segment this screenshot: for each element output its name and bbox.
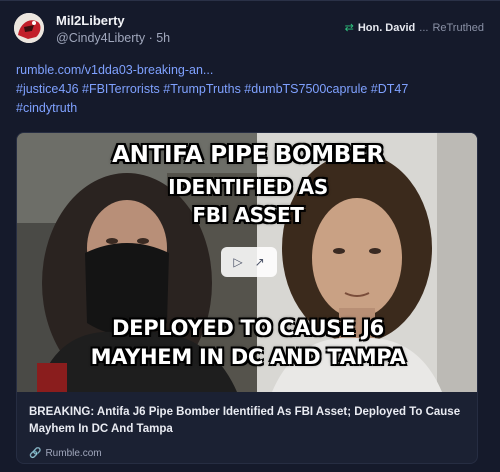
post-link[interactable]: rumble.com/v1dda03-breaking-an...: [16, 61, 486, 80]
play-icon[interactable]: ▷: [233, 255, 242, 269]
link-icon: 🔗: [29, 448, 42, 459]
retruth-by[interactable]: Hon. David: [358, 22, 415, 34]
post-body: rumble.com/v1dda03-breaking-an... #justi…: [16, 61, 486, 118]
avatar[interactable]: [14, 13, 44, 43]
retruth-ellipsis: ...: [419, 21, 429, 34]
link-preview-card[interactable]: ANTIFA PIPE BOMBER IDENTIFIED AS FBI ASS…: [16, 132, 478, 464]
post-hashtags-cont[interactable]: #cindytruth: [16, 99, 486, 118]
author-handle-line: @Cindy4Liberty · 5h: [56, 31, 170, 45]
card-info[interactable]: BREAKING: Antifa J6 Pipe Bomber Identifi…: [17, 392, 477, 463]
video-thumbnail[interactable]: ANTIFA PIPE BOMBER IDENTIFIED AS FBI ASS…: [17, 133, 477, 392]
card-title[interactable]: BREAKING: Antifa J6 Pipe Bomber Identifi…: [29, 404, 467, 438]
author-display-name[interactable]: Mil2Liberty: [56, 13, 125, 28]
post[interactable]: Mil2Liberty @Cindy4Liberty · 5h ⇄ Hon. D…: [0, 0, 500, 472]
thumbnail-caption-4: DEPLOYED TO CAUSE J6: [112, 316, 384, 340]
card-domain[interactable]: Rumble.com: [45, 448, 101, 459]
media-controls: ▷ ↗: [221, 247, 277, 277]
retruth-indicator: ⇄ Hon. David ... ReTruthed: [344, 21, 484, 35]
retruth-label: ReTruthed: [432, 21, 484, 34]
separator-dot: ·: [145, 31, 157, 45]
retruth-icon: ⇄: [344, 22, 354, 34]
post-hashtags[interactable]: #justice4J6 #FBITerrorists #TrumpTruths …: [16, 80, 486, 99]
external-link-icon[interactable]: ↗: [255, 255, 265, 269]
thumbnail-caption-3: FBI ASSET: [192, 203, 304, 227]
author-handle[interactable]: @Cindy4Liberty: [56, 31, 145, 45]
thumbnail-caption-2: IDENTIFIED AS: [168, 175, 328, 199]
thumbnail-caption-5: MAYHEM IN DC AND TAMPA: [90, 345, 406, 369]
card-domain-row: 🔗 Rumble.com: [29, 448, 102, 459]
post-time[interactable]: 5h: [156, 31, 170, 45]
thumbnail-caption-1: ANTIFA PIPE BOMBER: [112, 142, 384, 168]
